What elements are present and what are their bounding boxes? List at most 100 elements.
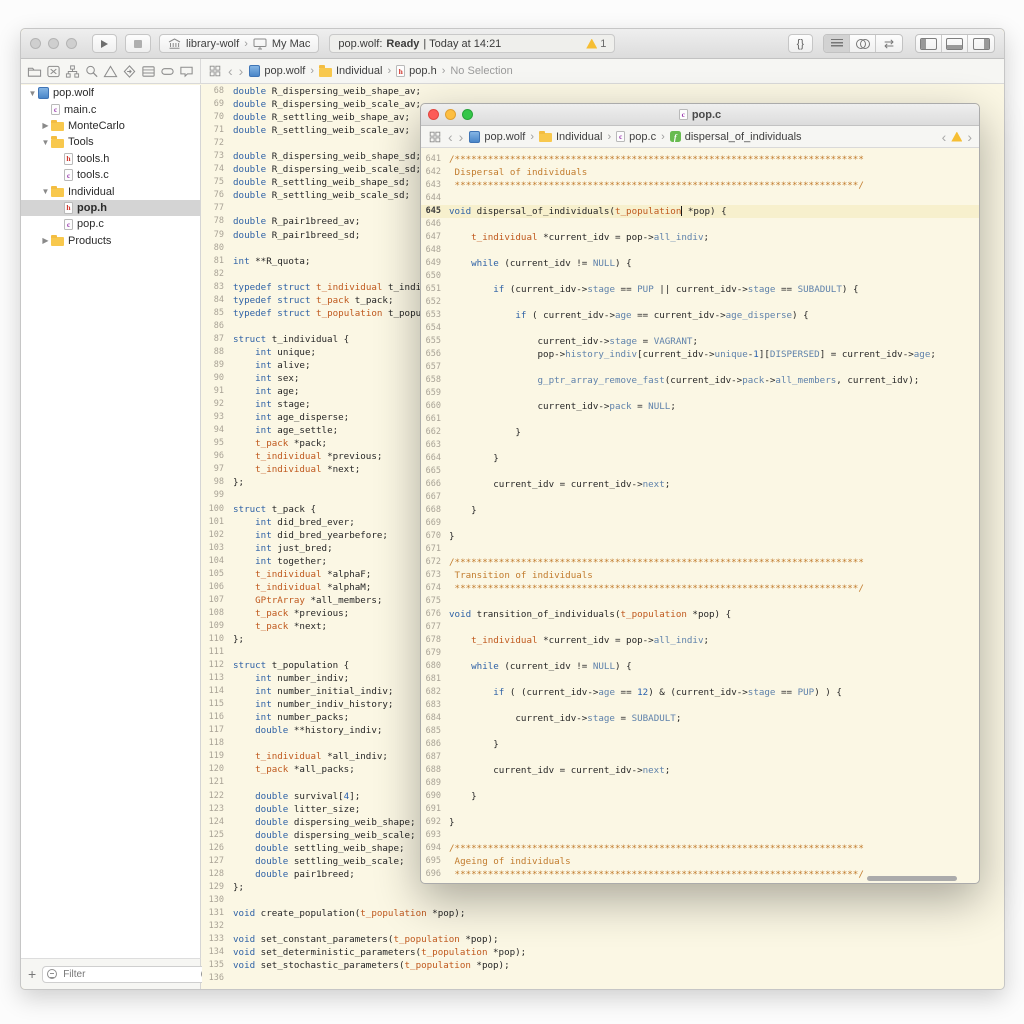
code-line[interactable]: 678 t_individual *current_idv = pop->all… (421, 634, 979, 647)
next-issue-button[interactable]: › (967, 130, 972, 144)
code-line[interactable]: 683 (421, 699, 979, 712)
code-line[interactable]: 673 Transition of individuals (421, 569, 979, 582)
code-line[interactable]: 670} (421, 530, 979, 543)
line-number[interactable]: 686 (421, 738, 449, 751)
line-number[interactable]: 70 (202, 111, 233, 124)
line-number[interactable]: 79 (202, 229, 233, 242)
line-number[interactable]: 682 (421, 686, 449, 699)
issue-badge[interactable]: 1 (586, 38, 606, 50)
line-number[interactable]: 73 (202, 150, 233, 163)
issue-navigator-icon[interactable] (103, 64, 118, 79)
line-number[interactable]: 670 (421, 530, 449, 543)
code-line[interactable]: 684 current_idv->stage = SUBADULT; (421, 712, 979, 725)
line-number[interactable]: 647 (421, 231, 449, 244)
code-line[interactable]: 650 (421, 270, 979, 283)
code-line[interactable]: 642 Dispersal of individuals (421, 166, 979, 179)
code-line[interactable]: 679 (421, 647, 979, 660)
code-line[interactable]: 677 (421, 621, 979, 634)
line-number[interactable]: 674 (421, 582, 449, 595)
standard-editor-button[interactable] (824, 35, 850, 52)
line-number[interactable]: 656 (421, 348, 449, 361)
sidebar-item-pop.wolf[interactable]: ▼pop.wolf (21, 85, 200, 101)
line-number[interactable]: 93 (202, 411, 233, 424)
line-number[interactable]: 129 (202, 881, 233, 894)
line-number[interactable]: 75 (202, 176, 233, 189)
code-line[interactable]: 653 if ( current_idv->age == current_idv… (421, 309, 979, 322)
line-number[interactable]: 101 (202, 516, 233, 529)
popup-minimize-button[interactable] (445, 109, 456, 120)
line-number[interactable]: 71 (202, 124, 233, 137)
code-line[interactable]: 648 (421, 244, 979, 257)
code-line[interactable]: 672/************************************… (421, 556, 979, 569)
line-number[interactable]: 113 (202, 672, 233, 685)
line-number[interactable]: 110 (202, 633, 233, 646)
line-number[interactable]: 80 (202, 242, 233, 255)
code-line[interactable]: 646 (421, 218, 979, 231)
sidebar-item-pop.c[interactable]: cpop.c (21, 216, 200, 232)
sidebar-item-main.c[interactable]: cmain.c (21, 101, 200, 117)
forward-button[interactable]: › (459, 130, 464, 144)
sidebar-item-tools.c[interactable]: ctools.c (21, 167, 200, 183)
disclosure-triangle[interactable]: ▼ (27, 89, 38, 98)
line-number[interactable]: 108 (202, 607, 233, 620)
line-number[interactable]: 128 (202, 868, 233, 881)
code-line[interactable]: 669 (421, 517, 979, 530)
line-number[interactable]: 685 (421, 725, 449, 738)
breadcrumb-item[interactable]: hpop.h (396, 65, 437, 77)
line-number[interactable]: 107 (202, 594, 233, 607)
line-number[interactable]: 664 (421, 452, 449, 465)
line-number[interactable]: 76 (202, 189, 233, 202)
back-button[interactable]: ‹ (228, 64, 233, 78)
code-line[interactable]: 68double R_dispersing_weib_shape_av; (202, 85, 1004, 98)
sidebar-item-tools.h[interactable]: htools.h (21, 151, 200, 167)
find-navigator-icon[interactable] (84, 64, 99, 79)
line-number[interactable]: 677 (421, 621, 449, 634)
line-number[interactable]: 661 (421, 413, 449, 426)
line-number[interactable]: 671 (421, 543, 449, 556)
line-number[interactable]: 115 (202, 698, 233, 711)
breadcrumb-item[interactable]: No Selection (450, 65, 512, 77)
code-line[interactable]: 685 (421, 725, 979, 738)
line-number[interactable]: 92 (202, 398, 233, 411)
disclosure-triangle[interactable]: ▶ (40, 121, 51, 130)
zoom-window-button[interactable] (66, 38, 77, 49)
code-line[interactable]: 687 (421, 751, 979, 764)
line-number[interactable]: 116 (202, 711, 233, 724)
line-number[interactable]: 684 (421, 712, 449, 725)
add-button[interactable]: + (28, 967, 36, 981)
project-navigator-icon[interactable] (27, 64, 42, 79)
code-line[interactable]: 691 (421, 803, 979, 816)
line-number[interactable]: 103 (202, 542, 233, 555)
line-number[interactable]: 122 (202, 790, 233, 803)
code-line[interactable]: 136 (202, 972, 1004, 985)
code-line[interactable]: 651 if (current_idv->stage == PUP || cur… (421, 283, 979, 296)
line-number[interactable]: 676 (421, 608, 449, 621)
line-number[interactable]: 694 (421, 842, 449, 855)
code-line[interactable]: 659 (421, 387, 979, 400)
line-number[interactable]: 117 (202, 724, 233, 737)
report-navigator-icon[interactable] (179, 64, 194, 79)
line-number[interactable]: 84 (202, 294, 233, 307)
code-line[interactable]: 693 (421, 829, 979, 842)
line-number[interactable]: 652 (421, 296, 449, 309)
scheme-selector[interactable]: library-wolf › My Mac (159, 34, 319, 53)
line-number[interactable]: 673 (421, 569, 449, 582)
source-control-navigator-icon[interactable] (46, 64, 61, 79)
back-button[interactable]: ‹ (448, 130, 453, 144)
line-number[interactable]: 72 (202, 137, 233, 150)
filter-input[interactable] (61, 968, 197, 981)
breadcrumb-item[interactable]: Individual (539, 131, 602, 143)
breadcrumb-item[interactable]: pop.wolf (249, 65, 305, 77)
line-number[interactable]: 127 (202, 855, 233, 868)
line-number[interactable]: 97 (202, 463, 233, 476)
code-line[interactable]: 681 (421, 673, 979, 686)
code-line[interactable]: 130 (202, 894, 1004, 907)
symbol-navigator-icon[interactable] (65, 64, 80, 79)
line-number[interactable]: 131 (202, 907, 233, 920)
forward-button[interactable]: › (239, 64, 244, 78)
line-number[interactable]: 126 (202, 842, 233, 855)
run-button[interactable] (92, 34, 117, 53)
line-number[interactable]: 111 (202, 646, 233, 659)
line-number[interactable]: 679 (421, 647, 449, 660)
popup-zoom-button[interactable] (462, 109, 473, 120)
